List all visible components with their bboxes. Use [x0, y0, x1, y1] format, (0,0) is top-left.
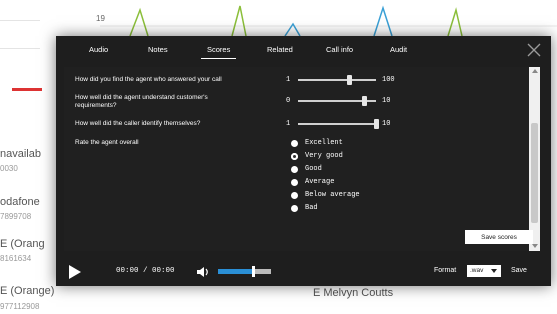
tab-audio[interactable]: Audio: [89, 45, 108, 54]
radio-button[interactable]: [291, 179, 298, 186]
score-slider[interactable]: 1 100: [286, 74, 396, 86]
slider-thumb[interactable]: [362, 96, 368, 106]
save-scores-button[interactable]: Save scores: [465, 230, 533, 244]
score-slider[interactable]: 1 10: [286, 118, 396, 130]
scrollbar[interactable]: [529, 67, 540, 251]
slider-min: 1: [286, 120, 291, 128]
list-item-name: odafone: [0, 196, 40, 208]
slider-thumb[interactable]: [374, 119, 379, 129]
legend-line: [12, 88, 42, 91]
question-label: How did you find the agent who answered …: [75, 76, 222, 83]
audio-player: 00:00 / 00:00 Format .wav Save: [56, 258, 551, 286]
slider-track: [298, 79, 376, 81]
chart-tick-label: 19: [96, 14, 105, 23]
radio-label: Excellent: [305, 139, 343, 147]
volume-fill: [218, 269, 253, 274]
radio-label: Very good: [305, 152, 343, 160]
save-audio-button[interactable]: Save: [511, 267, 527, 274]
volume-icon[interactable]: [195, 264, 211, 280]
close-icon[interactable]: [525, 41, 543, 59]
scrollbar-thumb[interactable]: [531, 123, 538, 223]
format-value: .wav: [470, 267, 484, 274]
slider-max: 10: [382, 120, 391, 128]
play-icon[interactable]: [69, 265, 81, 279]
radio-button-selected[interactable]: [291, 153, 298, 160]
list-item-name: E (Orange): [0, 285, 55, 297]
call-detail-modal: Audio Notes Scores Related Call info Aud…: [56, 36, 551, 286]
scores-panel: How did you find the agent who answered …: [64, 67, 540, 251]
radio-button[interactable]: [291, 192, 298, 199]
slider-track: [298, 123, 376, 125]
scroll-up-icon[interactable]: [532, 69, 538, 73]
question-label: How well did the caller identify themsel…: [75, 120, 201, 127]
tab-related[interactable]: Related: [267, 45, 293, 54]
score-slider[interactable]: 0 10: [286, 95, 396, 107]
scroll-down-icon[interactable]: [532, 244, 538, 248]
chevron-down-icon: [491, 269, 497, 273]
format-select[interactable]: .wav: [467, 265, 501, 277]
tab-audit[interactable]: Audit: [390, 45, 407, 54]
question-label: Rate the agent overall: [75, 139, 139, 146]
tab-bar: Audio Notes Scores Related Call info Aud…: [56, 36, 551, 66]
background-chart: [100, 5, 557, 37]
list-item-number: 7899708: [0, 212, 32, 221]
tab-call-info[interactable]: Call info: [326, 45, 353, 54]
radio-label: Bad: [305, 204, 318, 212]
list-item-number: 8161634: [0, 254, 32, 263]
format-label: Format: [434, 267, 457, 274]
radio-label: Average: [305, 178, 335, 186]
divider: [0, 48, 40, 49]
volume-thumb[interactable]: [252, 266, 256, 277]
list-item-number: 0030: [0, 164, 18, 173]
divider: [0, 20, 40, 21]
volume-slider[interactable]: [218, 266, 271, 277]
slider-min: 1: [286, 76, 291, 84]
slider-thumb[interactable]: [346, 75, 352, 85]
radio-button[interactable]: [291, 166, 298, 173]
slider-max: 100: [382, 76, 395, 84]
slider-max: 10: [382, 97, 391, 105]
tab-scores[interactable]: Scores: [200, 45, 237, 59]
radio-label: Good: [305, 165, 322, 173]
tab-notes[interactable]: Notes: [148, 45, 168, 54]
radio-button[interactable]: [291, 205, 298, 212]
radio-label: Below average: [305, 191, 360, 199]
list-item-number: 977112908: [0, 302, 40, 311]
slider-min: 0: [286, 97, 291, 105]
person-name: E Melvyn Coutts: [313, 287, 394, 299]
list-item-name: E (Orang: [0, 238, 45, 250]
playback-time: 00:00 / 00:00: [116, 267, 175, 275]
question-label: How well did the agent understand custom…: [75, 94, 208, 109]
list-item-name: navailab: [0, 148, 41, 160]
radio-button[interactable]: [291, 140, 298, 147]
